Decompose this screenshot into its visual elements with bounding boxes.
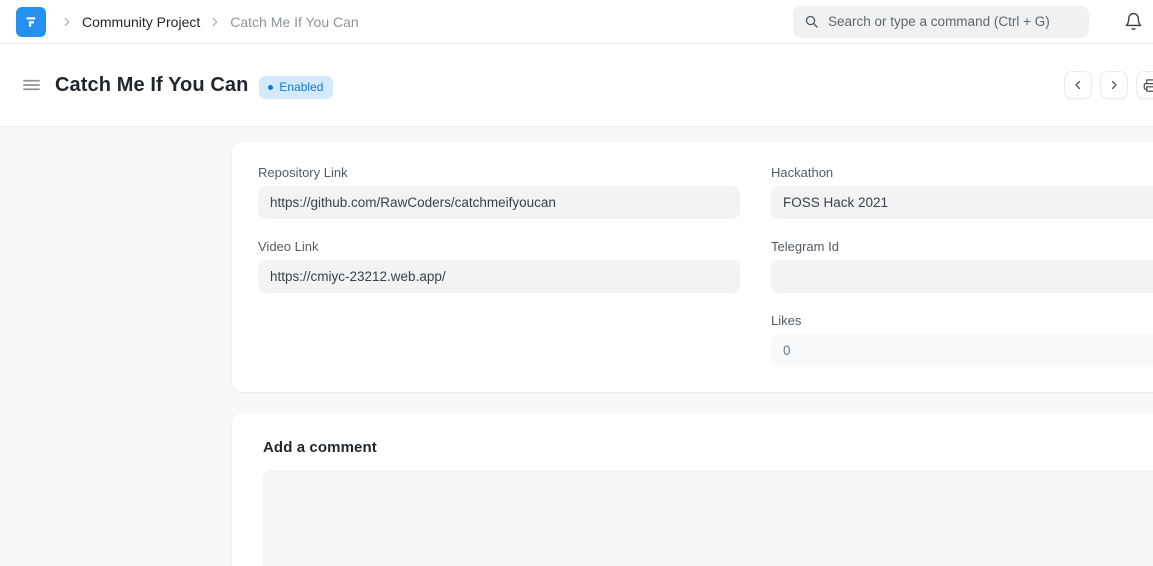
search-icon: [804, 14, 819, 29]
field-repository-link: Repository Link: [258, 165, 740, 219]
global-search[interactable]: [793, 6, 1089, 38]
form-body: Repository Link Video Link Hackathon Tel…: [0, 128, 1153, 566]
breadcrumb-current-doc[interactable]: Catch Me If You Can: [230, 14, 358, 30]
status-badge: Enabled: [259, 76, 333, 99]
status-label: Enabled: [279, 80, 323, 94]
page-head: Catch Me If You Can Enabled: [0, 44, 1153, 127]
chevron-right-icon: [1107, 78, 1121, 92]
status-dot: [268, 85, 273, 90]
comment-input[interactable]: [263, 470, 1153, 566]
print-button[interactable]: [1136, 71, 1153, 99]
breadcrumb-community-project[interactable]: Community Project: [82, 14, 200, 30]
likes-label: Likes: [771, 313, 1153, 328]
chevron-right-icon: [208, 15, 222, 29]
comment-card: Add a comment: [232, 413, 1153, 566]
field-hackathon: Hackathon: [771, 165, 1153, 219]
form-column-left: Repository Link Video Link: [258, 165, 740, 293]
repository-link-input[interactable]: [258, 186, 740, 219]
frappe-logo-icon[interactable]: [16, 7, 46, 37]
telegram-id-input[interactable]: [771, 260, 1153, 293]
page-head-actions: [1064, 71, 1153, 99]
field-likes: Likes: [771, 313, 1153, 367]
field-video-link: Video Link: [258, 239, 740, 293]
page-title: Catch Me If You Can: [55, 74, 248, 97]
add-comment-heading: Add a comment: [263, 439, 1153, 456]
navbar: Community Project Catch Me If You Can: [0, 0, 1153, 44]
hackathon-label: Hackathon: [771, 165, 1153, 180]
chevron-right-icon: [60, 15, 74, 29]
search-input[interactable]: [828, 14, 1078, 29]
video-link-input[interactable]: [258, 260, 740, 293]
hackathon-input[interactable]: [771, 186, 1153, 219]
field-telegram-id: Telegram Id: [771, 239, 1153, 293]
chevron-left-icon: [1071, 78, 1085, 92]
next-document-button[interactable]: [1100, 71, 1128, 99]
form-grid: Repository Link Video Link Hackathon Tel…: [258, 165, 1153, 367]
telegram-id-label: Telegram Id: [771, 239, 1153, 254]
video-link-label: Video Link: [258, 239, 740, 254]
prev-document-button[interactable]: [1064, 71, 1092, 99]
details-card: Repository Link Video Link Hackathon Tel…: [232, 142, 1153, 392]
notifications-bell-icon[interactable]: [1121, 10, 1145, 34]
printer-icon: [1143, 78, 1153, 93]
form-column-right: Hackathon Telegram Id Likes: [771, 165, 1153, 367]
repository-link-label: Repository Link: [258, 165, 740, 180]
sidebar-toggle-hamburger-icon[interactable]: [20, 75, 43, 95]
likes-input[interactable]: [771, 334, 1153, 367]
